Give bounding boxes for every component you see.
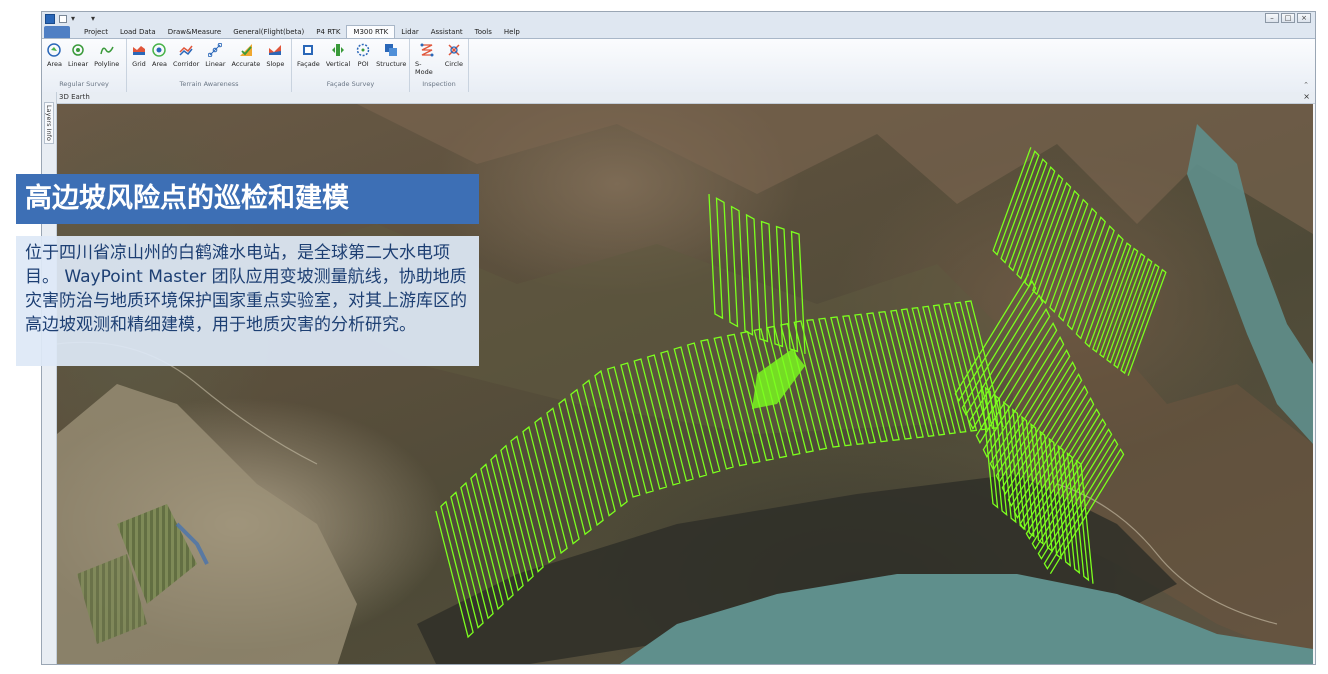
polyline-icon [99, 43, 114, 57]
corridor-button[interactable]: Corridor [170, 41, 202, 79]
save-icon[interactable] [59, 14, 67, 23]
circle-icon [447, 43, 461, 57]
group-regular-survey: Area Linear Polyline Regular Survey [42, 39, 127, 92]
window-controls: – □ × [1265, 13, 1311, 23]
title-bar: ▾ ▾ – □ × [42, 12, 1315, 25]
tab-project[interactable]: Project [78, 26, 114, 38]
group-label-facade-survey: Façade Survey [326, 80, 375, 88]
customize-icon[interactable]: ▾ [91, 14, 95, 23]
dense-survey-area [752, 349, 805, 409]
circle-button[interactable]: Circle [442, 41, 466, 79]
layers-info-tab[interactable]: Layers Info [44, 102, 54, 144]
slope-icon [268, 43, 282, 57]
app-icon[interactable] [45, 13, 55, 24]
terrain-linear-icon [208, 42, 223, 58]
terrain-area-button[interactable]: Area [149, 41, 170, 79]
corridor-icon [179, 43, 193, 57]
accurate-icon [239, 43, 253, 57]
structure-icon [384, 43, 398, 57]
dropdown-icon[interactable]: ▾ [71, 14, 75, 23]
quick-access-toolbar: ▾ ▾ [42, 13, 95, 24]
vertical-button[interactable]: Vertical [323, 41, 353, 79]
minimize-button[interactable]: – [1265, 13, 1279, 23]
maximize-button[interactable]: □ [1281, 13, 1295, 23]
linear-icon [71, 43, 85, 57]
collapse-ribbon-icon[interactable]: ⌃ [1303, 81, 1309, 89]
group-inspection: S-Mode Circle Inspection [410, 39, 469, 92]
group-label-inspection: Inspection [422, 80, 456, 88]
s-mode-button[interactable]: S-Mode [412, 41, 442, 79]
document-close-icon[interactable]: × [1303, 92, 1310, 101]
tab-p4-rtk[interactable]: P4 RTK [310, 26, 346, 38]
overlay-title: 高边坡风险点的巡检和建模 [16, 174, 479, 224]
facade-button[interactable]: Façade [294, 41, 323, 79]
group-facade-survey: Façade Vertical POI Structure Façade Sur… [292, 39, 410, 92]
poi-button[interactable]: POI [353, 41, 373, 79]
ribbon-tabs: Project Load Data Draw&Measure General(F… [42, 25, 1315, 38]
accurate-button[interactable]: Accurate [229, 41, 264, 79]
group-terrain-awareness: Grid Area Corridor Linear Accurate Slope… [127, 39, 292, 92]
tab-m300-rtk[interactable]: M300 RTK [346, 25, 396, 38]
facade-icon [301, 43, 315, 57]
tab-general-flight[interactable]: General(Flight(beta) [227, 26, 310, 38]
group-label-terrain-awareness: Terrain Awareness [179, 80, 239, 88]
structure-button[interactable]: Structure [373, 41, 409, 79]
polyline-button[interactable]: Polyline [91, 41, 122, 79]
group-label-regular-survey: Regular Survey [59, 80, 109, 88]
tab-tools[interactable]: Tools [469, 26, 498, 38]
terrain-linear-button[interactable]: Linear [202, 41, 228, 79]
ribbon: Area Linear Polyline Regular Survey Grid [42, 38, 1315, 93]
vertical-icon [331, 43, 345, 57]
tab-draw-measure[interactable]: Draw&Measure [162, 26, 228, 38]
area-icon [47, 43, 62, 57]
grid-icon [132, 43, 146, 57]
file-menu-button[interactable] [44, 26, 70, 38]
tab-assistant[interactable]: Assistant [425, 26, 469, 38]
s-mode-icon [420, 43, 434, 57]
grid-button[interactable]: Grid [129, 41, 149, 79]
terrain-area-icon [152, 43, 167, 57]
area-button[interactable]: Area [44, 41, 65, 79]
flight-swath-main [435, 300, 1004, 639]
poi-icon [356, 43, 370, 57]
linear-button[interactable]: Linear [65, 41, 91, 79]
tab-help[interactable]: Help [498, 26, 526, 38]
tab-lidar[interactable]: Lidar [395, 26, 424, 38]
tab-load-data[interactable]: Load Data [114, 26, 162, 38]
overlay-description: 位于四川省凉山州的白鹤滩水电站，是全球第二大水电项目。 WayPoint Mas… [16, 236, 479, 366]
document-tab-3d-earth[interactable]: 3D Earth [59, 93, 90, 101]
slope-button[interactable]: Slope [263, 41, 287, 79]
document-tab-bar: 3D Earth × [42, 92, 1315, 104]
close-button[interactable]: × [1297, 13, 1311, 23]
